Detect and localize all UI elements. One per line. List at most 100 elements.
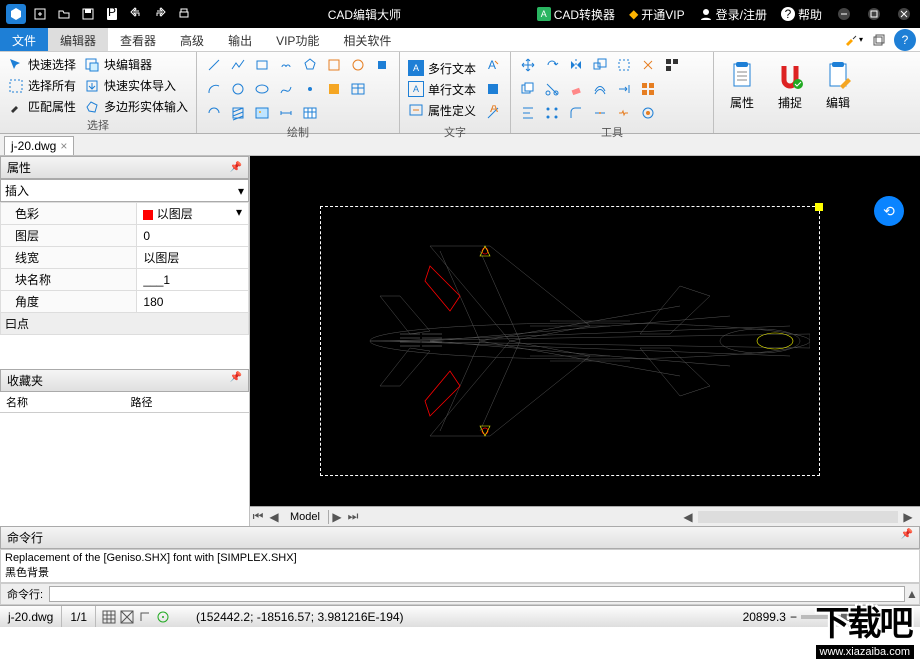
- redo-icon[interactable]: [150, 4, 170, 24]
- singleline-text-button[interactable]: A单行文本: [406, 80, 478, 99]
- shape2-icon[interactable]: [347, 54, 369, 76]
- tool-misc-icon[interactable]: [637, 102, 659, 124]
- minimize-icon[interactable]: [834, 4, 854, 24]
- vip-button[interactable]: ◆开通VIP: [625, 4, 689, 25]
- props-button[interactable]: 属性: [720, 54, 764, 117]
- text-opt3-icon[interactable]: A: [482, 102, 504, 124]
- pin-icon[interactable]: 📌: [230, 162, 242, 173]
- pin-icon[interactable]: 📌: [230, 372, 242, 389]
- dim-icon[interactable]: [275, 102, 297, 124]
- prop-row[interactable]: 图层0: [1, 225, 249, 247]
- zoom-slider[interactable]: 20899.3 − +: [735, 610, 920, 624]
- zoom-in-icon[interactable]: +: [905, 610, 912, 624]
- arc2-icon[interactable]: [203, 102, 225, 124]
- tab-viewer[interactable]: 查看器: [108, 28, 168, 51]
- document-tab[interactable]: j-20.dwg ×: [4, 136, 74, 155]
- attr-def-button[interactable]: 属性定义: [406, 101, 478, 120]
- status-grid-icon[interactable]: [102, 610, 116, 624]
- arc-icon[interactable]: [203, 78, 225, 100]
- open-icon[interactable]: [54, 4, 74, 24]
- slider-track[interactable]: [801, 615, 901, 619]
- group-icon[interactable]: [637, 78, 659, 100]
- line-icon[interactable]: [203, 54, 225, 76]
- explode-icon[interactable]: [637, 54, 659, 76]
- close-icon[interactable]: [894, 4, 914, 24]
- tab-output[interactable]: 输出: [216, 28, 264, 51]
- quick-select-button[interactable]: 快速选择: [6, 55, 78, 74]
- ellipse-icon[interactable]: [251, 78, 273, 100]
- undo-icon[interactable]: [126, 4, 146, 24]
- prop-row[interactable]: 色彩 以图层 ▾: [1, 203, 249, 225]
- new-icon[interactable]: [30, 4, 50, 24]
- edit-button[interactable]: 编辑: [816, 54, 860, 117]
- tab-vip[interactable]: VIP功能: [264, 28, 331, 51]
- multiline-text-button[interactable]: A多行文本: [406, 59, 478, 78]
- rotate-icon[interactable]: [541, 54, 563, 76]
- tab-file[interactable]: 文件: [0, 28, 48, 51]
- erase-icon[interactable]: [565, 78, 587, 100]
- scrollbar-h[interactable]: [698, 511, 898, 523]
- table-small-icon[interactable]: [347, 78, 369, 100]
- scale-icon[interactable]: [589, 54, 611, 76]
- prop-row[interactable]: 线宽以图层: [1, 247, 249, 269]
- copy-icon[interactable]: [517, 78, 539, 100]
- trim-icon[interactable]: [541, 78, 563, 100]
- polygon-icon[interactable]: [299, 54, 321, 76]
- extend-icon[interactable]: [613, 78, 635, 100]
- select-all-button[interactable]: 选择所有: [6, 76, 78, 95]
- tab-nav-prev[interactable]: ◀: [266, 510, 282, 524]
- app-icon[interactable]: [6, 4, 26, 24]
- text-opt1-icon[interactable]: A: [482, 54, 504, 76]
- status-ortho-icon[interactable]: [138, 610, 152, 624]
- shape1-icon[interactable]: [323, 54, 345, 76]
- fillet-icon[interactable]: [565, 102, 587, 124]
- prop-row[interactable]: 块名称___1: [1, 269, 249, 291]
- model-tab[interactable]: Model: [282, 510, 329, 524]
- scroll-up-icon[interactable]: ▲: [905, 587, 919, 601]
- maximize-icon[interactable]: [864, 4, 884, 24]
- help-icon[interactable]: ?: [894, 29, 916, 51]
- image-icon[interactable]: [251, 102, 273, 124]
- save-icon[interactable]: [78, 4, 98, 24]
- hatch-orange-icon[interactable]: [323, 78, 345, 100]
- converter-button[interactable]: ACAD转换器: [533, 4, 619, 25]
- tab-nav-next[interactable]: ▶: [329, 510, 345, 524]
- tab-close-icon[interactable]: ×: [60, 139, 67, 153]
- tab-advanced[interactable]: 高级: [168, 28, 216, 51]
- tab-nav-last[interactable]: ⏭: [345, 509, 361, 524]
- quick-import-button[interactable]: 快速实体导入: [82, 76, 190, 95]
- hatch-icon[interactable]: [227, 102, 249, 124]
- move-icon[interactable]: [517, 54, 539, 76]
- drawing-canvas[interactable]: ⟲: [250, 156, 920, 506]
- array-icon[interactable]: [541, 102, 563, 124]
- join-icon[interactable]: [589, 102, 611, 124]
- brush-icon[interactable]: ▾: [842, 29, 864, 51]
- block-editor-button[interactable]: 块编辑器: [82, 55, 190, 74]
- tab-editor[interactable]: 编辑器: [48, 28, 108, 51]
- pin-icon[interactable]: 📌: [901, 529, 913, 546]
- login-button[interactable]: 登录/注册: [695, 4, 771, 25]
- fav-col-path[interactable]: 路径: [125, 392, 250, 412]
- break-icon[interactable]: [613, 102, 635, 124]
- qr-icon[interactable]: [661, 54, 683, 76]
- match-props-button[interactable]: 匹配属性: [6, 97, 78, 116]
- tab-nav-first[interactable]: ⏮: [250, 509, 266, 524]
- spline-icon[interactable]: [275, 78, 297, 100]
- table-icon[interactable]: [299, 102, 321, 124]
- point-icon[interactable]: [299, 78, 321, 100]
- mirror-icon[interactable]: [565, 54, 587, 76]
- slider-thumb[interactable]: [841, 612, 849, 622]
- poly-input-button[interactable]: 多边形实体输入: [82, 97, 190, 116]
- offset-icon[interactable]: [589, 78, 611, 100]
- zoom-out-icon[interactable]: −: [790, 610, 797, 624]
- cloud-icon[interactable]: [275, 54, 297, 76]
- text-opt2-icon[interactable]: [482, 78, 504, 100]
- select-rect-icon[interactable]: [613, 54, 635, 76]
- viewcube-icon[interactable]: ⟲: [874, 196, 904, 226]
- scroll-left-icon[interactable]: ◀: [680, 510, 696, 524]
- rect-icon[interactable]: [251, 54, 273, 76]
- print-icon[interactable]: [174, 4, 194, 24]
- scroll-right-icon[interactable]: ▶: [900, 510, 916, 524]
- fav-col-name[interactable]: 名称: [0, 392, 125, 412]
- status-grid2-icon[interactable]: [120, 610, 134, 624]
